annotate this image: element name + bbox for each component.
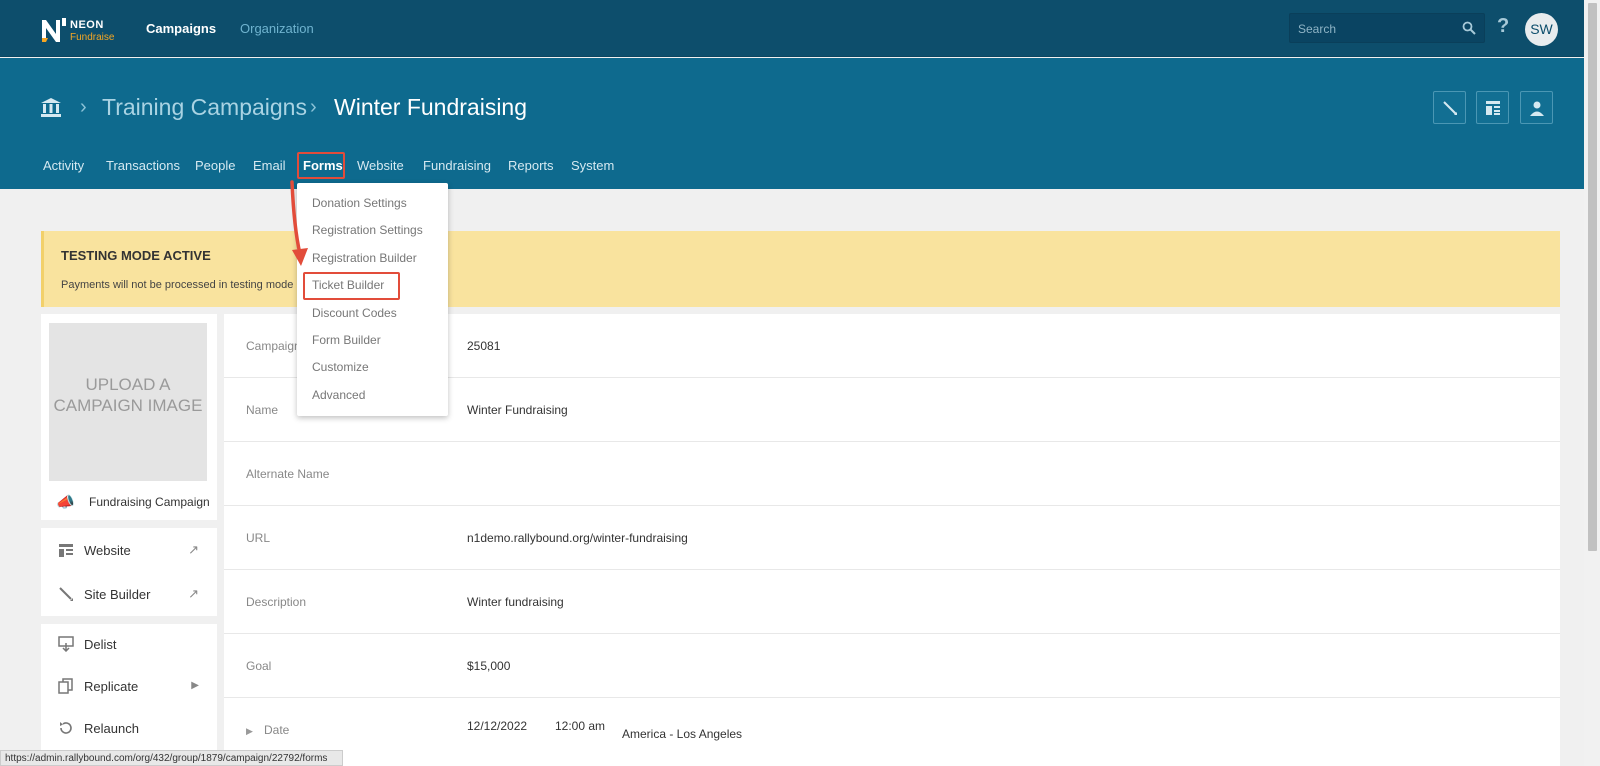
nav-system[interactable]: System [571, 158, 614, 173]
menu-item-customize[interactable]: Customize [312, 360, 369, 374]
logo-text-neon: NEON [70, 19, 104, 31]
logo-text-fundraise: Fundraise [70, 32, 115, 43]
topnav-campaigns[interactable]: Campaigns [146, 21, 216, 36]
sidebar-item-site-builder[interactable]: Site Builder ↗ [41, 574, 217, 614]
date-value: 12/12/2022 [467, 719, 528, 733]
detail-label: URL [246, 531, 271, 545]
campaign-image-card: UPLOAD A CAMPAIGN IMAGE 📣 Fundraising Ca… [41, 314, 217, 520]
campaign-actions-card: Delist Replicate ▶ Relaunch [41, 624, 217, 750]
banner-text: Payments will not be processed in testin… [61, 279, 294, 291]
campaign-header: › Training Campaigns › Winter Fundraisin… [0, 58, 1584, 189]
site-links-card: Website ↗ Site Builder ↗ [41, 528, 217, 616]
site-builder-button[interactable] [1433, 91, 1466, 124]
search-icon[interactable] [1462, 21, 1476, 35]
menu-item-donation-settings[interactable]: Donation Settings [312, 196, 407, 210]
detail-value: 25081 [467, 339, 501, 353]
time-value: 12:00 am [555, 719, 606, 733]
breadcrumb-current-campaign: Winter Fundraising [334, 94, 528, 120]
institution-icon[interactable] [40, 97, 62, 117]
detail-value: n1demo.rallybound.org/winter-fundraising [467, 531, 688, 545]
top-bar: NEON Fundraise Campaigns Organization ? … [0, 0, 1584, 57]
upload-campaign-image[interactable]: UPLOAD A CAMPAIGN IMAGE [49, 323, 207, 481]
action-delist[interactable]: Delist [41, 624, 217, 664]
sidebar-label-site-builder: Site Builder [84, 587, 151, 602]
help-icon[interactable]: ? [1497, 15, 1509, 38]
detail-value: $15,000 [467, 659, 511, 673]
action-label-delist: Delist [84, 637, 117, 652]
browser-status-bar: https://admin.rallybound.com/org/432/gro… [0, 750, 343, 766]
action-label-replicate: Replicate [84, 679, 139, 694]
detail-row-alternate-name[interactable]: Alternate Name [224, 442, 1560, 506]
banner-title: TESTING MODE ACTIVE [61, 248, 211, 263]
scrollbar-thumb[interactable] [1588, 3, 1597, 551]
testing-mode-banner: TESTING MODE ACTIVE Payments will not be… [41, 231, 1560, 307]
breadcrumb-separator: › [80, 96, 87, 118]
delist-icon [58, 636, 74, 652]
neon-logo-icon [42, 18, 66, 42]
action-relaunch[interactable]: Relaunch [41, 708, 217, 748]
website-icon [59, 544, 73, 557]
menu-item-advanced[interactable]: Advanced [312, 388, 365, 402]
ticket-builder-highlight-box [303, 272, 400, 300]
nav-fundraising[interactable]: Fundraising [423, 158, 491, 173]
nav-people[interactable]: People [195, 158, 235, 173]
detail-value: Winter fundraising [467, 595, 564, 609]
breadcrumb-separator: › [310, 96, 317, 118]
campaign-type-label: Fundraising Campaign [89, 495, 210, 509]
sidebar-item-website[interactable]: Website ↗ [41, 530, 217, 570]
detail-label: Name [246, 403, 279, 417]
detail-row-date[interactable]: ▶ Date 12/12/2022 12:00 am America - Los… [224, 698, 1560, 762]
layout-button[interactable] [1476, 91, 1509, 124]
action-replicate[interactable]: Replicate ▶ [41, 666, 217, 706]
detail-label: Alternate Name [246, 467, 330, 481]
action-label-relaunch: Relaunch [84, 721, 139, 736]
detail-label: Description [246, 595, 307, 609]
forms-highlight-box [297, 152, 345, 179]
user-avatar[interactable]: SW [1525, 13, 1558, 46]
detail-row-goal[interactable]: Goal $15,000 [224, 634, 1560, 698]
expand-caret-icon[interactable]: ▶ [246, 726, 253, 737]
profile-button[interactable] [1520, 91, 1553, 124]
nav-email[interactable]: Email [253, 158, 286, 173]
search-input[interactable] [1298, 20, 1458, 38]
detail-label: Date [264, 723, 290, 737]
detail-row-url[interactable]: URL n1demo.rallybound.org/winter-fundrai… [224, 506, 1560, 570]
external-link-icon[interactable]: ↗ [188, 542, 199, 558]
relaunch-icon [60, 722, 72, 734]
breadcrumb-training-campaigns[interactable]: Training Campaigns [102, 94, 307, 121]
menu-item-discount-codes[interactable]: Discount Codes [312, 306, 397, 320]
site-builder-icon [59, 587, 73, 601]
nav-activity[interactable]: Activity [43, 158, 84, 173]
pen-icon [1443, 101, 1457, 115]
nav-website[interactable]: Website [357, 158, 404, 173]
timezone-value: America - Los Angeles [622, 727, 743, 741]
neon-fundraise-logo[interactable]: NEON Fundraise [40, 16, 120, 44]
detail-label: Goal [246, 659, 272, 673]
menu-item-form-builder[interactable]: Form Builder [312, 333, 381, 347]
external-link-icon[interactable]: ↗ [188, 586, 199, 602]
nav-transactions[interactable]: Transactions [106, 158, 180, 173]
detail-row-description[interactable]: Description Winter fundraising [224, 570, 1560, 634]
menu-item-registration-builder[interactable]: Registration Builder [312, 251, 417, 265]
megaphone-icon: 📣 [56, 494, 75, 511]
search-box [1289, 13, 1485, 43]
layout-icon [1486, 101, 1500, 115]
sidebar-label-website: Website [84, 543, 131, 558]
caret-right-icon: ▶ [191, 680, 199, 691]
page-scrollbar[interactable] [1584, 0, 1600, 766]
menu-item-registration-settings[interactable]: Registration Settings [312, 223, 423, 237]
topnav-organization[interactable]: Organization [240, 21, 314, 36]
detail-value: Winter Fundraising [467, 403, 568, 417]
replicate-icon [58, 678, 73, 694]
user-icon [1530, 101, 1544, 116]
annotation-arrow [290, 180, 308, 266]
nav-reports[interactable]: Reports [508, 158, 554, 173]
